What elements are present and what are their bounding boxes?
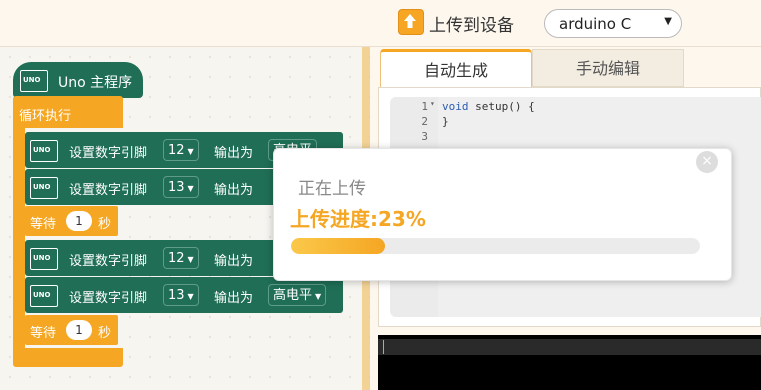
code-line: } [442, 115, 449, 128]
block-label: 设置数字引脚 [69, 183, 148, 198]
block-label: 设置数字引脚 [69, 254, 148, 269]
code-tabs: 自动生成 手动编辑 [378, 47, 761, 87]
pin-dropdown[interactable]: 12 ▼ [163, 247, 199, 269]
output-label: 输出为 [214, 146, 254, 161]
wait-block[interactable]: 等待 1 秒 [25, 206, 118, 236]
device-select[interactable]: arduino C ▼ [544, 9, 682, 38]
wait-unit: 秒 [98, 326, 112, 341]
chevron-down-icon: ▼ [664, 16, 672, 27]
line-number: 3 [421, 130, 428, 143]
pin-dropdown[interactable]: 13 ▼ [163, 284, 199, 306]
uno-board-icon: UNO [20, 70, 48, 92]
tab-manual-edit[interactable]: 手动编辑 [532, 49, 684, 87]
output-label: 输出为 [214, 183, 254, 198]
line-number: 2 [421, 115, 428, 128]
upload-progress-text: 上传进度:23% [290, 207, 426, 231]
uno-board-icon: UNO [30, 285, 58, 307]
fold-arrow-icon[interactable]: ▾ [430, 99, 435, 108]
block-label: 设置数字引脚 [69, 291, 148, 306]
uno-board-icon: UNO [30, 248, 58, 270]
upload-icon[interactable] [398, 9, 424, 35]
upload-progress-fill [291, 238, 386, 254]
pin-dropdown[interactable]: 13 ▼ [163, 176, 199, 198]
main-program-label: Uno 主程序 [58, 75, 133, 91]
line-number: 1 [421, 100, 428, 113]
device-select-value: arduino C [559, 15, 632, 33]
wait-value-input[interactable]: 1 [66, 211, 92, 231]
wait-unit: 秒 [98, 217, 112, 232]
upload-progress-bar [291, 238, 700, 254]
upload-status-title: 正在上传 [298, 179, 366, 199]
wait-label: 等待 [30, 326, 57, 341]
wait-label: 等待 [30, 217, 57, 232]
uno-board-icon: UNO [30, 140, 58, 162]
close-icon[interactable]: × [696, 151, 718, 173]
output-label: 输出为 [214, 254, 254, 269]
set-digital-pin-block[interactable]: UNO 设置数字引脚 13 ▼ 输出为 高电平 ▼ [25, 277, 343, 313]
code-line: void setup() { [442, 100, 535, 113]
wait-block[interactable]: 等待 1 秒 [25, 315, 118, 345]
wait-value-input[interactable]: 1 [66, 320, 92, 340]
main-program-block[interactable]: UNO Uno 主程序 [13, 62, 143, 98]
level-dropdown[interactable]: 高电平 ▼ [268, 284, 327, 306]
upload-button-label[interactable]: 上传到设备 [429, 11, 514, 36]
block-label: 设置数字引脚 [69, 146, 148, 161]
loop-label: 循环执行 [19, 109, 72, 124]
output-label: 输出为 [214, 291, 254, 306]
uno-board-icon: UNO [30, 177, 58, 199]
console-input-bar[interactable] [378, 339, 761, 355]
tab-auto-generate[interactable]: 自动生成 [380, 49, 532, 87]
console-cursor [383, 340, 384, 354]
pin-dropdown[interactable]: 12 ▼ [163, 139, 199, 161]
